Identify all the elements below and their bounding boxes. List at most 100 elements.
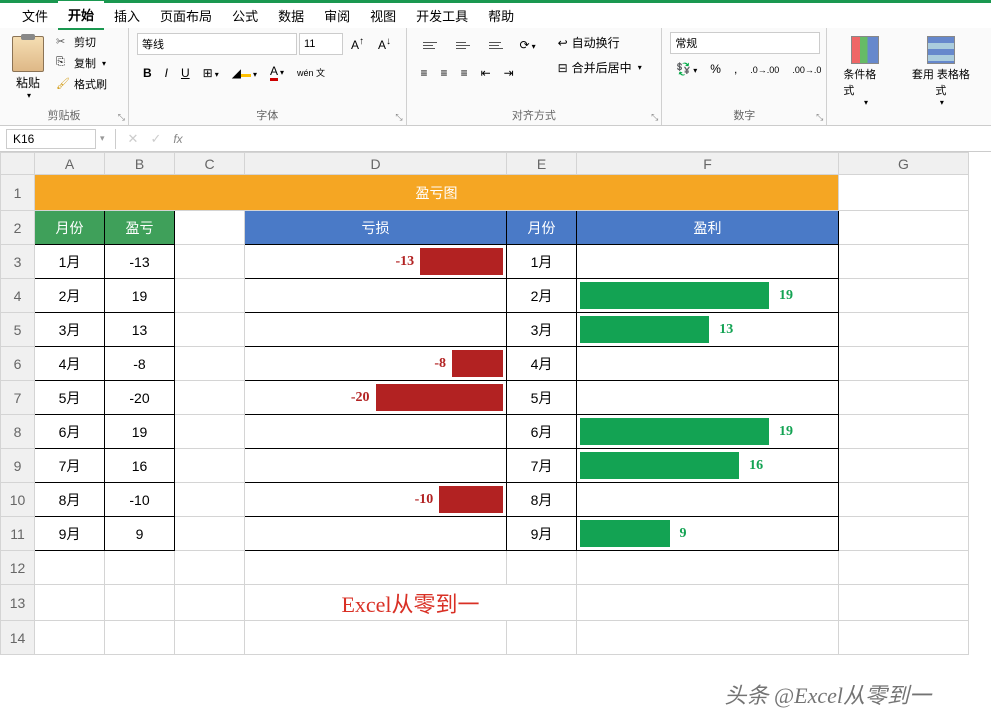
cell[interactable] xyxy=(105,585,175,621)
menu-item-5[interactable]: 数据 xyxy=(268,2,314,29)
month-cell-2[interactable]: 7月 xyxy=(507,449,577,483)
header-pl[interactable]: 盈亏 xyxy=(105,211,175,245)
cell[interactable] xyxy=(175,381,245,415)
month-cell-2[interactable]: 4月 xyxy=(507,347,577,381)
cell[interactable] xyxy=(839,245,969,279)
menu-item-8[interactable]: 开发工具 xyxy=(406,2,478,29)
dialog-launcher-icon[interactable]: ⤡ xyxy=(651,112,658,123)
confirm-formula-button[interactable]: ✓ xyxy=(144,129,167,149)
indent-decrease-button[interactable]: ⇤ xyxy=(475,62,497,84)
loss-bar-cell[interactable] xyxy=(245,449,507,483)
cell[interactable] xyxy=(175,415,245,449)
header-month-2[interactable]: 月份 xyxy=(507,211,577,245)
menu-item-7[interactable]: 视图 xyxy=(360,2,406,29)
col-header-E[interactable]: E xyxy=(507,153,577,175)
cell[interactable] xyxy=(507,621,577,655)
row-header-2[interactable]: 2 xyxy=(1,211,35,245)
pl-cell[interactable]: 16 xyxy=(105,449,175,483)
cell[interactable] xyxy=(839,279,969,313)
row-header-3[interactable]: 3 xyxy=(1,245,35,279)
menu-item-2[interactable]: 插入 xyxy=(104,2,150,29)
col-header-F[interactable]: F xyxy=(577,153,839,175)
cell[interactable] xyxy=(175,483,245,517)
cell[interactable] xyxy=(175,585,245,621)
profit-bar-cell[interactable]: 16 xyxy=(577,449,839,483)
pl-cell[interactable]: -10 xyxy=(105,483,175,517)
row-header-10[interactable]: 10 xyxy=(1,483,35,517)
cell[interactable] xyxy=(839,415,969,449)
month-cell-2[interactable]: 6月 xyxy=(507,415,577,449)
cell[interactable] xyxy=(507,551,577,585)
row-header-6[interactable]: 6 xyxy=(1,347,35,381)
chevron-down-icon[interactable]: ▾ xyxy=(96,133,109,144)
menu-item-0[interactable]: 文件 xyxy=(12,2,58,29)
header-loss[interactable]: 亏损 xyxy=(245,211,507,245)
cell[interactable] xyxy=(577,551,839,585)
cell[interactable] xyxy=(175,245,245,279)
dialog-launcher-icon[interactable]: ⤡ xyxy=(395,112,402,123)
align-top-button[interactable] xyxy=(415,32,447,58)
month-cell[interactable]: 2月 xyxy=(35,279,105,313)
row-header-1[interactable]: 1 xyxy=(1,175,35,211)
menu-item-3[interactable]: 页面布局 xyxy=(150,2,222,29)
increase-font-button[interactable]: A↑ xyxy=(345,32,370,56)
indent-increase-button[interactable]: ⇥ xyxy=(498,62,520,84)
loss-bar-cell[interactable]: -10 xyxy=(245,483,507,517)
month-cell[interactable]: 9月 xyxy=(35,517,105,551)
cell[interactable] xyxy=(175,551,245,585)
align-right-button[interactable]: ≡ xyxy=(455,62,474,84)
profit-bar-cell[interactable]: 13 xyxy=(577,313,839,347)
cell[interactable] xyxy=(35,551,105,585)
row-header-4[interactable]: 4 xyxy=(1,279,35,313)
font-color-button[interactable]: A▾ xyxy=(264,60,290,85)
name-box[interactable] xyxy=(6,129,96,149)
month-cell-2[interactable]: 9月 xyxy=(507,517,577,551)
copy-button[interactable]: ⎘复制▾ xyxy=(52,53,111,73)
cell[interactable] xyxy=(245,621,507,655)
profit-bar-cell[interactable] xyxy=(577,347,839,381)
decrease-decimal-button[interactable]: .00→.0 xyxy=(786,58,827,80)
month-cell-2[interactable]: 1月 xyxy=(507,245,577,279)
align-middle-button[interactable] xyxy=(448,32,480,58)
align-bottom-button[interactable] xyxy=(481,32,513,58)
cell[interactable] xyxy=(839,175,969,211)
header-profit[interactable]: 盈利 xyxy=(577,211,839,245)
italic-button[interactable]: I xyxy=(159,62,174,84)
loss-bar-cell[interactable] xyxy=(245,415,507,449)
cell[interactable] xyxy=(175,211,245,245)
row-header-8[interactable]: 8 xyxy=(1,415,35,449)
cell[interactable] xyxy=(839,585,969,621)
chart-title[interactable]: 盈亏图 xyxy=(35,175,839,211)
table-format-button[interactable]: 套用 表格格式▾ xyxy=(899,32,983,123)
row-header-14[interactable]: 14 xyxy=(1,621,35,655)
loss-bar-cell[interactable]: -8 xyxy=(245,347,507,381)
profit-bar-cell[interactable] xyxy=(577,245,839,279)
cell[interactable] xyxy=(839,211,969,245)
cut-button[interactable]: ✂剪切 xyxy=(52,32,111,52)
comma-button[interactable]: , xyxy=(728,58,743,80)
col-header-A[interactable]: A xyxy=(35,153,105,175)
align-center-button[interactable]: ≡ xyxy=(435,62,454,84)
percent-button[interactable]: % xyxy=(704,58,727,80)
font-size-select[interactable] xyxy=(299,33,343,55)
number-format-select[interactable] xyxy=(670,32,820,54)
cell[interactable] xyxy=(175,279,245,313)
select-all-corner[interactable] xyxy=(1,153,35,175)
month-cell[interactable]: 7月 xyxy=(35,449,105,483)
cell[interactable] xyxy=(577,585,839,621)
cell[interactable] xyxy=(105,551,175,585)
loss-bar-cell[interactable] xyxy=(245,313,507,347)
format-painter-button[interactable]: 🖌格式刷 xyxy=(52,74,111,94)
month-cell[interactable]: 8月 xyxy=(35,483,105,517)
month-cell-2[interactable]: 5月 xyxy=(507,381,577,415)
row-header-7[interactable]: 7 xyxy=(1,381,35,415)
cell[interactable] xyxy=(35,621,105,655)
row-header-12[interactable]: 12 xyxy=(1,551,35,585)
col-header-C[interactable]: C xyxy=(175,153,245,175)
cell[interactable] xyxy=(839,517,969,551)
dialog-launcher-icon[interactable]: ⤡ xyxy=(816,112,823,123)
pl-cell[interactable]: -20 xyxy=(105,381,175,415)
cell[interactable] xyxy=(175,347,245,381)
month-cell-2[interactable]: 8月 xyxy=(507,483,577,517)
loss-bar-cell[interactable]: -20 xyxy=(245,381,507,415)
